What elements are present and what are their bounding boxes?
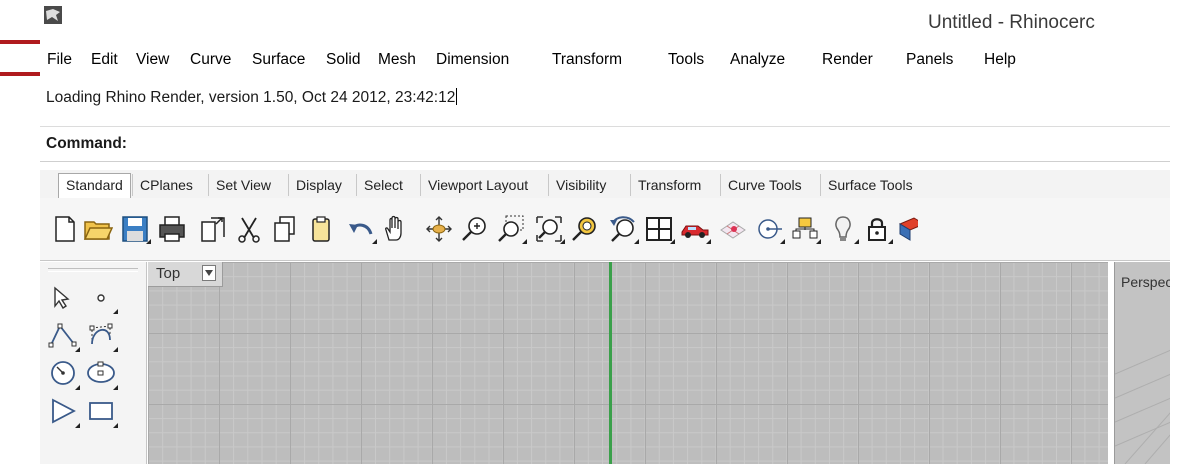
viewport-top-title[interactable]: Top: [148, 262, 223, 287]
properties-icon[interactable]: [790, 214, 821, 244]
viewport-menu-dropdown-icon[interactable]: [202, 265, 216, 281]
osnap-flyout-icon: [780, 239, 785, 244]
polygon-icon[interactable]: [46, 394, 80, 428]
paste-icon[interactable]: [306, 214, 336, 244]
menu-tools[interactable]: Tools: [668, 51, 704, 69]
grid-snap-icon[interactable]: [718, 214, 748, 244]
menu-analyze[interactable]: Analyze: [730, 51, 785, 69]
tab-set-view[interactable]: Set View: [208, 174, 278, 196]
import-icon[interactable]: [198, 214, 228, 244]
lock-flyout-icon: [888, 239, 893, 244]
tab-curve-tools[interactable]: Curve Tools: [720, 174, 809, 196]
car-render-flyout-icon: [706, 239, 711, 244]
copy-icon[interactable]: [270, 214, 300, 244]
rhino-app-icon[interactable]: [44, 6, 62, 24]
zoom-selected-icon[interactable]: [570, 214, 600, 244]
tab-cplanes[interactable]: CPlanes: [132, 174, 200, 196]
bulb-light-icon[interactable]: [828, 214, 859, 244]
cut-icon[interactable]: [234, 214, 264, 244]
undo-flyout-icon: [372, 239, 377, 244]
menu-mesh[interactable]: Mesh: [378, 51, 416, 69]
zoom-window-icon[interactable]: [496, 214, 527, 244]
rhino-window: Untitled - Rhinocerc File Edit View Curv…: [40, 0, 1170, 464]
zoom-extents-flyout-icon: [560, 239, 565, 244]
sidebar-grip[interactable]: [48, 268, 138, 272]
four-viewports-icon[interactable]: [644, 214, 675, 244]
window-title: Untitled - Rhinocerc: [928, 12, 1095, 33]
menu-panels[interactable]: Panels: [906, 51, 953, 69]
undo-view-icon[interactable]: [608, 214, 639, 244]
undo-view-flyout-icon: [634, 239, 639, 244]
pan-hand-icon[interactable]: [380, 214, 410, 244]
zoom-extents-icon[interactable]: [534, 214, 565, 244]
tab-surface-tools[interactable]: Surface Tools: [820, 174, 920, 196]
circle-flyout-icon: [75, 385, 80, 390]
left-sidebar-toolbar: [40, 262, 147, 464]
osnap-icon[interactable]: [754, 214, 785, 244]
menu-solid[interactable]: Solid: [326, 51, 360, 69]
ellipse-icon[interactable]: [84, 356, 118, 390]
tab-visibility[interactable]: Visibility: [548, 174, 613, 196]
tab-select[interactable]: Select: [356, 174, 410, 196]
polygon-flyout-icon: [75, 423, 80, 428]
lock-icon[interactable]: [862, 214, 893, 244]
title-bar: Untitled - Rhinocerc: [40, 0, 1170, 36]
toolbar-tabs: Standard CPlanes Set View Display Select…: [40, 170, 1170, 199]
car-render-icon[interactable]: [680, 214, 711, 244]
polyline-flyout-icon: [75, 347, 80, 352]
y-axis-line: [609, 262, 612, 464]
menu-edit[interactable]: Edit: [91, 51, 118, 69]
select-arrow-icon[interactable]: [46, 280, 80, 314]
open-folder-icon[interactable]: [83, 214, 114, 244]
menu-view[interactable]: View: [136, 51, 169, 69]
render-material-icon[interactable]: [896, 214, 918, 244]
menu-render[interactable]: Render: [822, 51, 873, 69]
command-prompt-label: Command:: [46, 135, 127, 152]
zoom-window-flyout-icon: [522, 239, 527, 244]
menu-file[interactable]: File: [47, 51, 72, 69]
perspective-grid: [1115, 349, 1170, 464]
rectangle-icon[interactable]: [84, 394, 118, 428]
ellipse-flyout-icon: [113, 385, 118, 390]
tab-transform[interactable]: Transform: [630, 174, 708, 196]
text-caret: [456, 88, 458, 105]
save-icon[interactable]: [120, 214, 151, 244]
zoom-icon[interactable]: [460, 214, 490, 244]
four-viewports-flyout-icon: [670, 239, 675, 244]
new-file-icon[interactable]: [50, 214, 80, 244]
tab-viewport-layout[interactable]: Viewport Layout: [420, 174, 535, 196]
rectangle-flyout-icon: [113, 423, 118, 428]
menu-help[interactable]: Help: [984, 51, 1016, 69]
menu-curve[interactable]: Curve: [190, 51, 231, 69]
command-history-line: Loading Rhino Render, version 1.50, Oct …: [46, 88, 458, 107]
viewport-perspective[interactable]: Perspect: [1114, 262, 1170, 464]
polyline-icon[interactable]: [46, 318, 80, 352]
command-history-text: Loading Rhino Render, version 1.50, Oct …: [46, 89, 456, 106]
tab-display[interactable]: Display: [288, 174, 349, 196]
viewport-top-label: Top: [156, 265, 181, 282]
circle-icon[interactable]: [46, 356, 80, 390]
point-icon[interactable]: [84, 280, 118, 314]
save-flyout-icon: [146, 239, 151, 244]
point-flyout-icon: [113, 309, 118, 314]
command-history[interactable]: Loading Rhino Render, version 1.50, Oct …: [40, 82, 1170, 127]
standard-toolbar: [40, 198, 1170, 261]
print-icon[interactable]: [157, 214, 187, 244]
curve-cv-icon[interactable]: [84, 318, 118, 352]
bulb-flyout-icon: [854, 239, 859, 244]
rotate-view-icon[interactable]: [424, 214, 454, 244]
properties-flyout-icon: [816, 239, 821, 244]
command-prompt[interactable]: Command:: [40, 127, 1170, 162]
viewport-top[interactable]: Top: [148, 262, 1108, 464]
menu-surface[interactable]: Surface: [252, 51, 305, 69]
curve-flyout-icon: [113, 347, 118, 352]
menu-dimension[interactable]: Dimension: [436, 51, 509, 69]
menu-bar: File Edit View Curve Surface Solid Mesh …: [40, 46, 1170, 74]
tab-standard[interactable]: Standard: [58, 173, 131, 198]
undo-icon[interactable]: [346, 214, 377, 244]
menu-transform[interactable]: Transform: [552, 51, 622, 69]
